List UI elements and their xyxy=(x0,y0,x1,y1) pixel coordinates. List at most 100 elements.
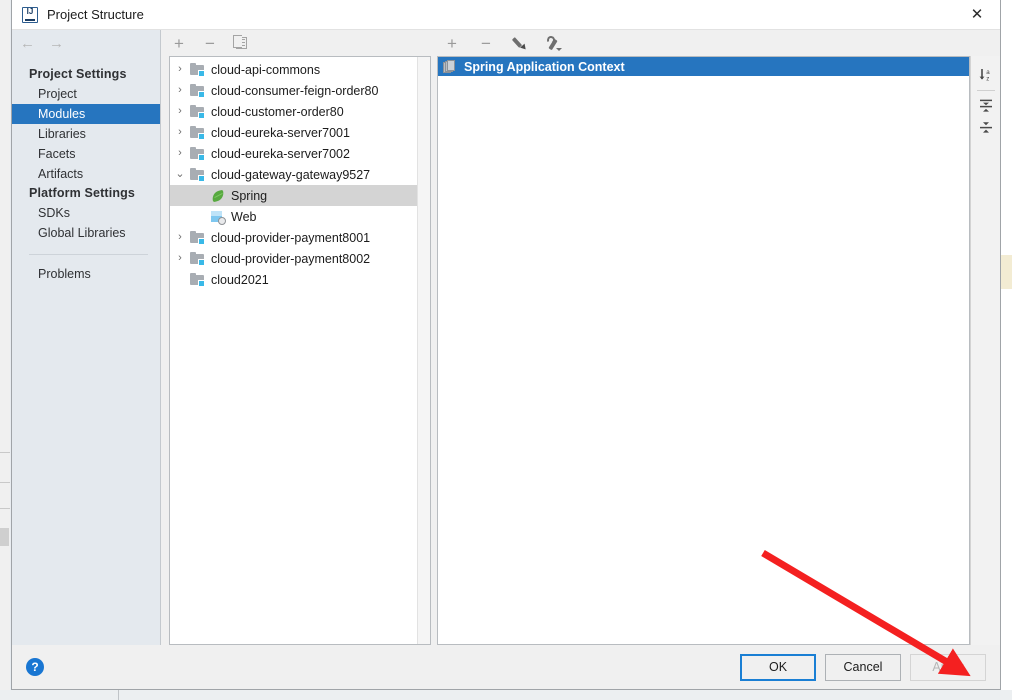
sidebar-item-problems[interactable]: Problems xyxy=(12,264,160,284)
tree-row-label: cloud-consumer-feign-order80 xyxy=(211,83,379,98)
chevron-right-icon[interactable]: › xyxy=(170,85,190,96)
module-icon xyxy=(190,272,206,288)
list-item[interactable]: Spring Application Context xyxy=(438,57,969,76)
copy-module-button[interactable] xyxy=(232,34,250,52)
sidebar-item-modules[interactable]: Modules xyxy=(12,104,160,124)
list-item-label: Spring Application Context xyxy=(464,59,625,74)
wrench-icon xyxy=(546,34,562,51)
sidebar-item-sdks[interactable]: SDKs xyxy=(12,203,160,223)
sort-az-icon: a z xyxy=(979,69,990,83)
ok-button[interactable]: OK xyxy=(740,653,816,681)
tree-row-label: Web xyxy=(231,209,257,224)
background-editor-gutter xyxy=(1001,0,1012,690)
chevron-right-icon[interactable]: › xyxy=(170,253,190,264)
sidebar-item-project[interactable]: Project xyxy=(12,84,160,104)
modules-tree: › cloud-api-commons › cloud-consumer-fei… xyxy=(170,57,417,644)
intellij-idea-icon xyxy=(22,6,38,23)
sidebar-list: Project Settings Project Modules Librari… xyxy=(12,56,160,284)
sidebar-item-global-libraries[interactable]: Global Libraries xyxy=(12,223,160,243)
tree-row-label: cloud-eureka-server7002 xyxy=(211,146,350,161)
tree-row[interactable]: › cloud-provider-payment8002 xyxy=(170,248,417,269)
settings-sidebar: ← → Project Settings Project Modules Lib… xyxy=(12,30,161,645)
background-selected-tab xyxy=(0,528,9,546)
expand-all-icon xyxy=(979,99,992,112)
facet-detail-body: Spring Application Context a z xyxy=(431,56,1000,645)
facet-settings-button[interactable] xyxy=(545,34,563,52)
background-left-column xyxy=(0,0,10,700)
facet-side-toolbar: a z xyxy=(970,56,1000,645)
tree-row-label: cloud-api-commons xyxy=(211,62,321,77)
dialog-title-bar: Project Structure ✕ xyxy=(12,0,1000,30)
chevron-right-icon[interactable]: › xyxy=(170,64,190,75)
tree-row-label: cloud-provider-payment8001 xyxy=(211,230,371,245)
module-icon xyxy=(190,230,206,246)
module-icon xyxy=(190,62,206,78)
pencil-icon xyxy=(511,36,528,52)
forward-icon[interactable]: → xyxy=(49,36,64,51)
help-button[interactable]: ? xyxy=(26,658,44,676)
edit-facet-button[interactable] xyxy=(511,34,529,52)
add-module-button[interactable]: + xyxy=(170,34,188,52)
tree-vertical-scrollbar[interactable] xyxy=(417,57,430,644)
sidebar-item-libraries[interactable]: Libraries xyxy=(12,124,160,144)
module-icon xyxy=(190,83,206,99)
add-facet-button[interactable]: + xyxy=(443,34,461,52)
tree-row-label: cloud-provider-payment8002 xyxy=(211,251,371,266)
collapse-all-icon xyxy=(979,122,992,133)
tree-row-label: cloud-customer-order80 xyxy=(211,104,344,119)
page-title: Project Structure xyxy=(47,7,144,22)
background-divider xyxy=(0,508,10,509)
modules-tree-panel: › cloud-api-commons › cloud-consumer-fei… xyxy=(169,56,431,645)
chevron-down-icon[interactable]: ⌄ xyxy=(170,169,190,180)
dialog-body: ← → Project Settings Project Modules Lib… xyxy=(12,30,1000,645)
close-icon[interactable]: ✕ xyxy=(954,0,1000,29)
background-editor-marker xyxy=(1001,255,1012,289)
copy-icon xyxy=(232,35,247,49)
chevron-right-icon[interactable]: › xyxy=(170,232,190,243)
side-toolbar-separator xyxy=(976,90,995,91)
module-icon xyxy=(190,251,206,267)
tree-row[interactable]: › cloud-api-commons xyxy=(170,59,417,80)
chevron-right-icon[interactable]: › xyxy=(170,106,190,117)
svg-text:z: z xyxy=(986,76,989,83)
tree-row[interactable]: cloud2021 xyxy=(170,269,417,290)
chevron-right-icon[interactable]: › xyxy=(170,127,190,138)
cancel-button[interactable]: Cancel xyxy=(825,653,901,681)
back-icon[interactable]: ← xyxy=(20,36,35,51)
tree-row-label: cloud-eureka-server7001 xyxy=(211,125,350,140)
tree-row[interactable]: Spring xyxy=(170,185,417,206)
background-divider xyxy=(0,452,10,453)
expand-all-button[interactable] xyxy=(974,95,998,117)
footer-actions: OK Cancel Apply xyxy=(740,653,986,681)
apply-button: Apply xyxy=(910,653,986,681)
web-icon xyxy=(210,209,226,225)
tree-row[interactable]: › cloud-provider-payment8001 xyxy=(170,227,417,248)
tree-row[interactable]: › cloud-eureka-server7002 xyxy=(170,143,417,164)
tree-row[interactable]: › cloud-customer-order80 xyxy=(170,101,417,122)
tree-row[interactable]: › cloud-consumer-feign-order80 xyxy=(170,80,417,101)
sidebar-group-platform-settings: Platform Settings xyxy=(29,186,136,200)
tree-row[interactable]: ⌄ cloud-gateway-gateway9527 xyxy=(170,164,417,185)
modules-tree-column: + − › cloud-api-commons › cloud-consumer… xyxy=(161,30,431,645)
collapse-all-button[interactable] xyxy=(974,117,998,139)
tree-row-label: cloud-gateway-gateway9527 xyxy=(211,167,371,182)
sidebar-nav-toolbar: ← → xyxy=(12,30,160,56)
spring-icon xyxy=(210,188,226,204)
module-icon xyxy=(190,104,206,120)
tree-row[interactable]: Web xyxy=(170,206,417,227)
sort-alphabetically-button[interactable]: a z xyxy=(974,64,998,86)
project-structure-dialog: Project Structure ✕ ← → Project Settings… xyxy=(11,0,1001,690)
background-status-bar-divider xyxy=(118,690,119,700)
background-status-bar xyxy=(0,690,1012,700)
remove-facet-button[interactable]: − xyxy=(477,34,495,52)
tree-row-label: Spring xyxy=(231,188,268,203)
module-icon xyxy=(190,167,206,183)
tree-row-label: cloud2021 xyxy=(211,272,269,287)
facet-detail-column: + − Spring Application Context a z xyxy=(431,30,1000,645)
tree-row[interactable]: › cloud-eureka-server7001 xyxy=(170,122,417,143)
sidebar-group-project-settings: Project Settings xyxy=(29,67,127,81)
sidebar-item-facets[interactable]: Facets xyxy=(12,144,160,164)
chevron-right-icon[interactable]: › xyxy=(170,148,190,159)
sidebar-item-artifacts[interactable]: Artifacts xyxy=(12,164,160,184)
remove-module-button[interactable]: − xyxy=(201,34,219,52)
